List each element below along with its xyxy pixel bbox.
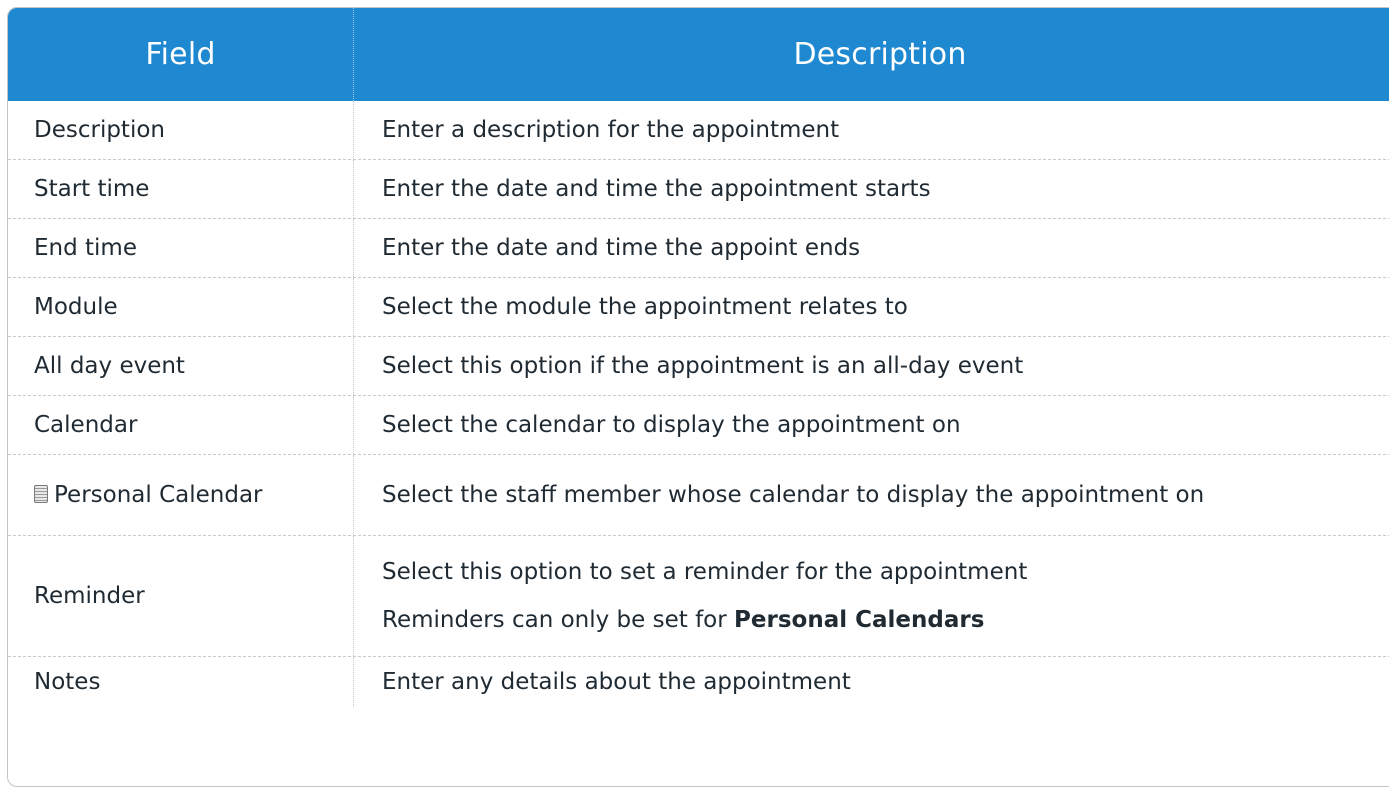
field-description-table: Field Description Description Enter a de… [7, 7, 1389, 787]
description-text: Select this option to set a reminder for… [382, 559, 1028, 585]
description-cell: Enter a description for the appointment [354, 101, 1389, 159]
table-row: All day event Select this option if the … [8, 337, 1389, 396]
header-field: Field [8, 8, 354, 101]
table-row: Module Select the module the appointment… [8, 278, 1389, 337]
field-cell: Module [8, 278, 354, 336]
description-text: Enter any details about the appointment [382, 669, 851, 695]
description-text: Reminders can only be set for Personal C… [382, 603, 1389, 637]
document-icon [34, 485, 48, 503]
table-row: Start time Enter the date and time the a… [8, 160, 1389, 219]
description-cell: Select this option to set a reminder for… [354, 536, 1389, 656]
table-header: Field Description [8, 8, 1389, 101]
table-row: Description Enter a description for the … [8, 101, 1389, 160]
description-cell: Select the calendar to display the appoi… [354, 396, 1389, 454]
description-text: Select this option if the appointment is… [382, 353, 1024, 379]
field-cell: Reminder [8, 536, 354, 656]
header-description: Description [793, 37, 967, 72]
field-cell: Start time [8, 160, 354, 218]
description-text: Select the calendar to display the appoi… [382, 412, 961, 438]
description-cell: Select this option if the appointment is… [354, 337, 1389, 395]
description-text: Enter the date and time the appointment … [382, 176, 931, 202]
field-cell: Description [8, 101, 354, 159]
field-cell: All day event [8, 337, 354, 395]
description-text: Select the staff member whose calendar t… [382, 482, 1205, 508]
description-cell: Select the module the appointment relate… [354, 278, 1389, 336]
description-cell: Enter the date and time the appoint ends [354, 219, 1389, 277]
description-cell: Enter the date and time the appointment … [354, 160, 1389, 218]
bold-term: Personal Calendars [734, 607, 985, 633]
table-row: Notes Enter any details about the appoin… [8, 657, 1389, 707]
table-row: Reminder Select this option to set a rem… [8, 536, 1389, 657]
table-row: End time Enter the date and time the app… [8, 219, 1389, 278]
field-cell: Personal Calendar [8, 455, 354, 535]
table-row: Calendar Select the calendar to display … [8, 396, 1389, 455]
field-cell: End time [8, 219, 354, 277]
table-row: Personal Calendar Select the staff membe… [8, 455, 1389, 536]
description-text: Select the module the appointment relate… [382, 294, 908, 320]
description-cell: Enter any details about the appointment [354, 657, 1389, 707]
field-cell: Calendar [8, 396, 354, 454]
description-text-part: Reminders can only be set for [382, 607, 735, 633]
description-text: Enter a description for the appointment [382, 117, 840, 143]
field-cell: Notes [8, 657, 354, 707]
description-text: Enter the date and time the appoint ends [382, 235, 861, 261]
description-cell: Select the staff member whose calendar t… [354, 455, 1389, 535]
field-label: Personal Calendar [54, 482, 263, 508]
